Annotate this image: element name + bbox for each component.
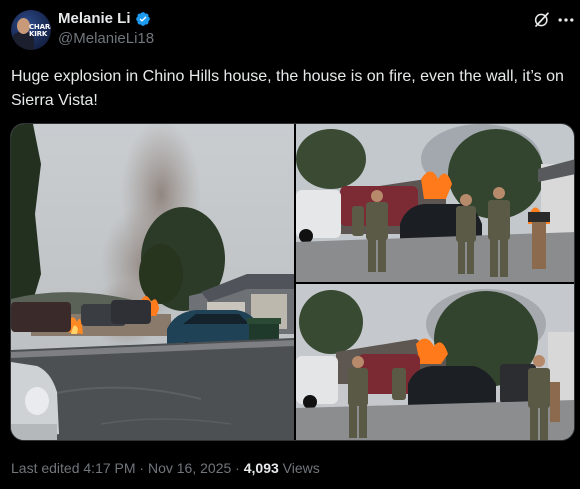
author-handle[interactable]: @MelanieLi18 xyxy=(58,30,154,47)
tweet-time[interactable]: 4:17 PM xyxy=(83,460,135,476)
author-avatar[interactable]: CHARLIE KIRK xyxy=(11,10,51,50)
more-options-icon[interactable] xyxy=(556,10,576,30)
tweet-media-grid xyxy=(10,123,575,441)
author-name[interactable]: Melanie Li xyxy=(58,10,131,27)
meta-separator: · xyxy=(235,460,240,476)
tweet-text: Huge explosion in Chino Hills house, the… xyxy=(11,68,564,109)
views-count: 4,093 xyxy=(243,460,279,476)
tweet-meta: Last edited 4:17 PM · Nov 16, 2025 · 4,0… xyxy=(11,460,320,476)
verified-badge-icon xyxy=(136,12,150,26)
edited-label[interactable]: Last edited xyxy=(11,460,80,476)
tweet-date[interactable]: Nov 16, 2025 xyxy=(148,460,231,476)
avatar-logo-text: CHARLIE KIRK xyxy=(29,23,51,38)
deputies-fire-photo-1[interactable] xyxy=(296,124,574,282)
grok-icon[interactable] xyxy=(533,11,551,29)
meta-separator: · xyxy=(139,460,145,476)
explosion-smoke-street-photo[interactable] xyxy=(11,124,294,440)
views-label: Views xyxy=(282,460,320,476)
deputies-fire-photo-2[interactable] xyxy=(296,284,574,440)
